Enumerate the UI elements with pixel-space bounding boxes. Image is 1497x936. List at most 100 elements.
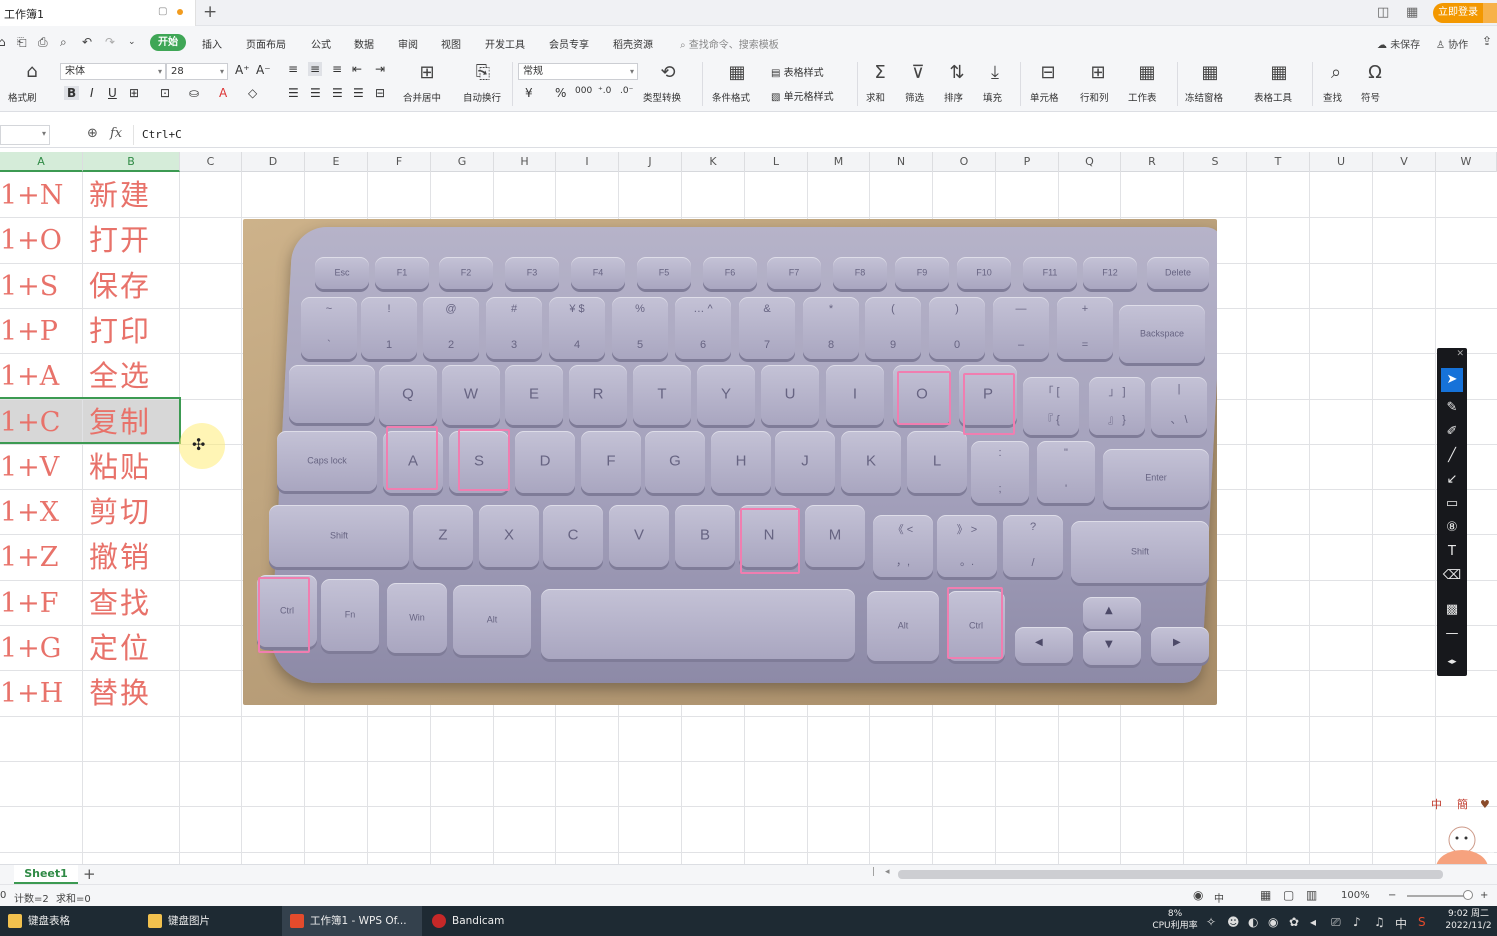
- quick-access-more-icon[interactable]: ⌄: [128, 37, 136, 47]
- type-convert-icon[interactable]: ⟲: [648, 62, 688, 83]
- horizontal-scrollbar[interactable]: [898, 870, 1443, 879]
- tray-icon[interactable]: ◂: [1310, 915, 1316, 929]
- merge-center-icon[interactable]: ⊞: [407, 62, 447, 83]
- line-icon[interactable]: ╱: [1437, 444, 1467, 468]
- underline-icon[interactable]: U: [108, 86, 117, 100]
- decrease-decimal-icon[interactable]: .0⁻: [620, 86, 633, 96]
- font-size-select[interactable]: 28 ▾: [166, 63, 228, 80]
- column-header-i[interactable]: I: [556, 152, 619, 172]
- currency-icon[interactable]: ¥: [525, 86, 533, 100]
- column-header-d[interactable]: D: [242, 152, 305, 172]
- decrease-font-icon[interactable]: A⁻: [256, 63, 271, 77]
- command-search[interactable]: ⌕ 查找命令、搜索模板: [680, 36, 779, 51]
- close-icon[interactable]: ✕: [1456, 349, 1464, 359]
- freeze-panes-icon[interactable]: ▦: [1190, 62, 1230, 83]
- pointer-icon[interactable]: ➤: [1441, 368, 1463, 392]
- bold-icon[interactable]: B: [64, 86, 80, 100]
- scroll-left-end-icon[interactable]: |: [872, 867, 875, 877]
- cell-b-action[interactable]: 全选: [89, 354, 179, 399]
- collapse-toolbar-icon[interactable]: ◂▸: [1437, 650, 1467, 674]
- tray-icon[interactable]: ✧: [1206, 915, 1216, 929]
- unsaved-status[interactable]: ☁ 未保存: [1377, 36, 1420, 51]
- save-icon[interactable]: ⎗: [17, 35, 27, 50]
- column-header-n[interactable]: N: [870, 152, 933, 172]
- line-width-icon[interactable]: —: [1437, 622, 1467, 646]
- sort-icon[interactable]: ⇅: [937, 62, 977, 83]
- name-box[interactable]: ▾: [0, 125, 50, 145]
- symbol-icon[interactable]: Ω: [1355, 62, 1395, 83]
- column-header-p[interactable]: P: [996, 152, 1059, 172]
- tray-icon[interactable]: ☻: [1227, 915, 1240, 929]
- font-name-select[interactable]: 宋体 ▾: [60, 63, 166, 80]
- cell-b-action[interactable]: 替换: [89, 671, 179, 716]
- microphone-icon[interactable]: ♫: [1374, 915, 1385, 929]
- selected-cell-border[interactable]: [0, 397, 181, 444]
- document-tab[interactable]: 工作簿1 ▢: [0, 0, 196, 26]
- column-header-e[interactable]: E: [305, 152, 368, 172]
- row-col-label[interactable]: 行和列: [1080, 90, 1109, 104]
- menu-member[interactable]: 会员专享: [549, 36, 589, 51]
- cell-a-shortcut[interactable]: 1+Z: [0, 535, 83, 580]
- menu-data[interactable]: 数据: [354, 36, 374, 51]
- increase-decimal-icon[interactable]: ⁺.0: [598, 86, 611, 96]
- sum-icon[interactable]: Σ: [860, 62, 900, 83]
- fx-icon[interactable]: fx: [110, 126, 122, 141]
- folder-icon[interactable]: ⌂: [0, 35, 6, 49]
- page-break-view-icon[interactable]: ▥: [1306, 888, 1317, 902]
- table-style-button[interactable]: ▤ 表格样式: [771, 64, 824, 79]
- cell-a-shortcut[interactable]: 1+O: [0, 218, 83, 263]
- layout-icon[interactable]: ◫: [1377, 5, 1389, 20]
- column-header-j[interactable]: J: [619, 152, 682, 172]
- merge-center-label[interactable]: 合并居中: [403, 90, 441, 104]
- italic-icon[interactable]: I: [90, 86, 94, 100]
- page-layout-view-icon[interactable]: ▢: [1283, 888, 1294, 902]
- column-header-g[interactable]: G: [431, 152, 494, 172]
- input-lang[interactable]: 中: [1214, 890, 1224, 905]
- tray-icon[interactable]: ✿: [1289, 915, 1299, 929]
- borders-icon[interactable]: ⊞: [129, 86, 139, 100]
- zoom-slider-handle[interactable]: [1463, 890, 1473, 900]
- table-tools-label[interactable]: 表格工具: [1254, 90, 1292, 104]
- filter-label[interactable]: 筛选: [905, 90, 924, 104]
- zoom-in-button[interactable]: +: [1480, 890, 1488, 901]
- fill-color-icon[interactable]: ⛀: [189, 86, 199, 100]
- fill-icon[interactable]: ⤓: [975, 62, 1015, 83]
- column-header-o[interactable]: O: [933, 152, 996, 172]
- indent-increase-icon[interactable]: ⇥: [375, 62, 385, 76]
- align-top-icon[interactable]: ≡: [288, 62, 298, 76]
- cell-b-action[interactable]: 粘贴: [89, 445, 179, 490]
- cell-a-shortcut[interactable]: 1+N: [0, 173, 83, 218]
- menu-home[interactable]: 开始: [150, 34, 186, 51]
- cell-a-shortcut[interactable]: 1+F: [0, 581, 83, 626]
- column-header-t[interactable]: T: [1247, 152, 1310, 172]
- zoom-out-button[interactable]: −: [1388, 890, 1396, 901]
- align-middle-icon[interactable]: ≡: [308, 62, 323, 76]
- formula-input[interactable]: Ctrl+C: [133, 125, 1493, 145]
- symbol-label[interactable]: 符号: [1361, 90, 1380, 104]
- user-avatar[interactable]: [1483, 3, 1497, 23]
- rectangle-icon[interactable]: ▭: [1437, 492, 1467, 516]
- column-header-q[interactable]: Q: [1059, 152, 1121, 172]
- thousands-icon[interactable]: 000: [575, 86, 592, 96]
- type-convert-label[interactable]: 类型转换: [643, 90, 681, 104]
- fill-label[interactable]: 填充: [983, 90, 1002, 104]
- column-header-v[interactable]: V: [1373, 152, 1436, 172]
- cell-a-shortcut[interactable]: 1+X: [0, 490, 83, 535]
- pen-icon[interactable]: ✎: [1437, 396, 1467, 420]
- format-painter-label[interactable]: 格式刷: [8, 90, 37, 104]
- undo-icon[interactable]: ↶: [82, 35, 92, 49]
- column-header-h[interactable]: H: [494, 152, 556, 172]
- sum-label[interactable]: 求和: [866, 90, 885, 104]
- wrap-text-label[interactable]: 自动换行: [463, 90, 501, 104]
- column-header-b[interactable]: B: [83, 152, 180, 172]
- taskbar-item-wps[interactable]: 工作簿1 - WPS Of...: [282, 906, 422, 936]
- menu-docer[interactable]: 稻壳资源: [613, 36, 653, 51]
- menu-insert[interactable]: 插入: [202, 36, 222, 51]
- cell-a-shortcut[interactable]: 1+P: [0, 309, 83, 354]
- arrow-icon[interactable]: ↙: [1437, 468, 1467, 492]
- marker-icon[interactable]: ✐: [1437, 420, 1467, 444]
- justify-icon[interactable]: ☰: [353, 86, 364, 100]
- add-sheet-button[interactable]: +: [83, 865, 96, 883]
- menu-page-layout[interactable]: 页面布局: [246, 36, 286, 51]
- tray-icon[interactable]: ◐: [1248, 915, 1258, 929]
